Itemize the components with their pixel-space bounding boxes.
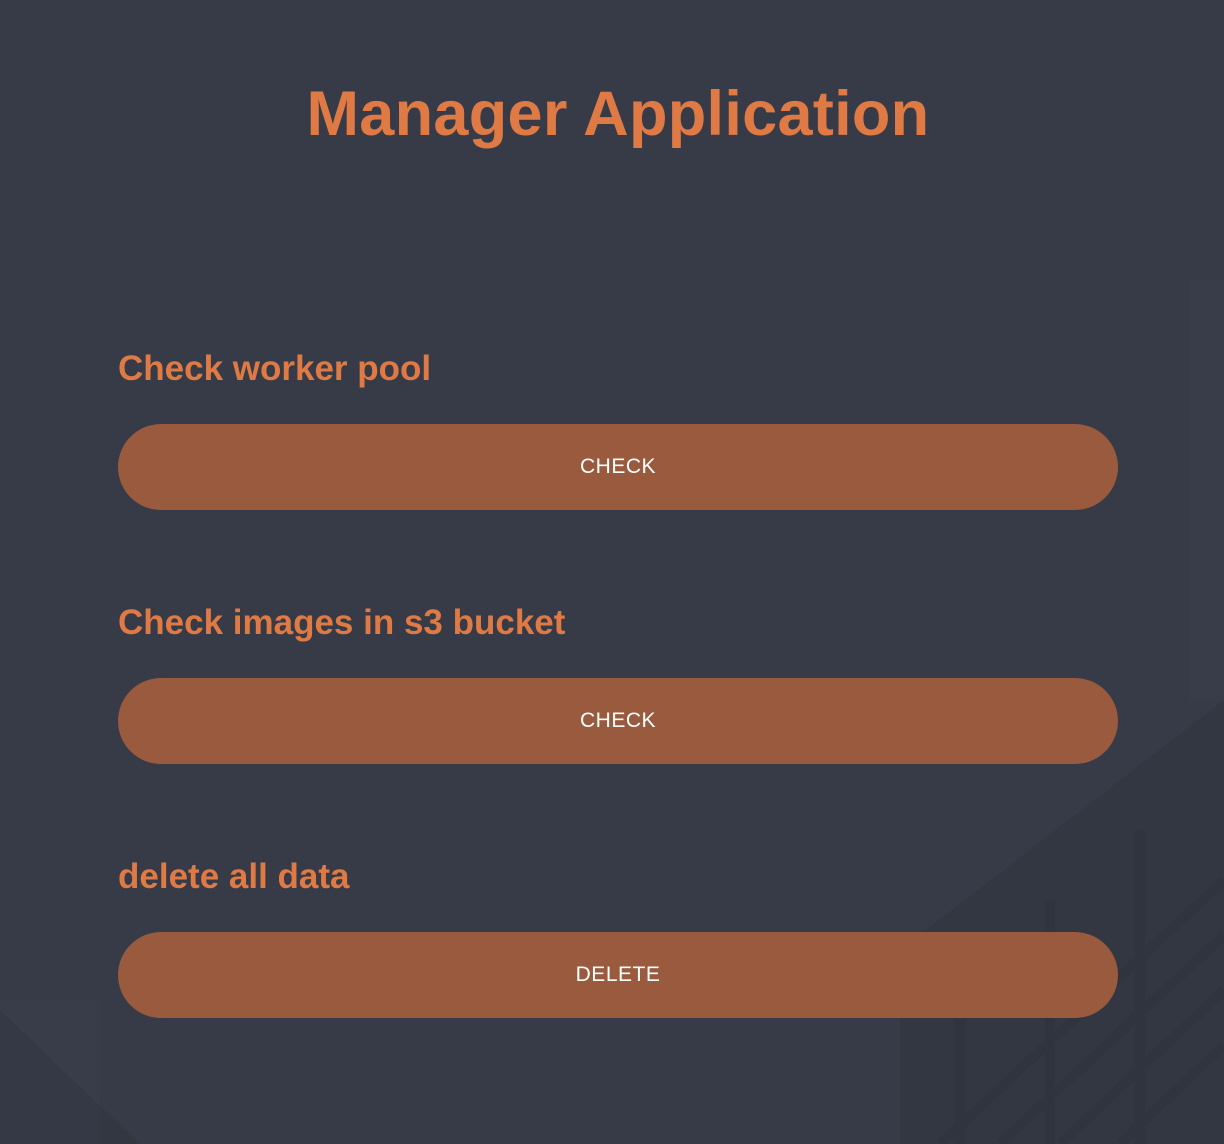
worker-pool-section: Check worker pool CHECK xyxy=(118,349,1118,510)
check-worker-pool-button[interactable]: CHECK xyxy=(118,424,1118,510)
check-s3-images-button[interactable]: CHECK xyxy=(118,678,1118,764)
page-title: Manager Application xyxy=(306,79,930,149)
delete-data-heading: delete all data xyxy=(118,857,350,896)
delete-data-section: delete all data DELETE xyxy=(118,857,1118,1018)
s3-images-heading: Check images in s3 bucket xyxy=(118,603,566,642)
manager-page: Manager Application Check worker pool CH… xyxy=(0,0,1224,1144)
s3-images-section: Check images in s3 bucket CHECK xyxy=(118,603,1118,764)
worker-pool-heading: Check worker pool xyxy=(118,349,432,388)
delete-all-data-button[interactable]: DELETE xyxy=(118,932,1118,1018)
